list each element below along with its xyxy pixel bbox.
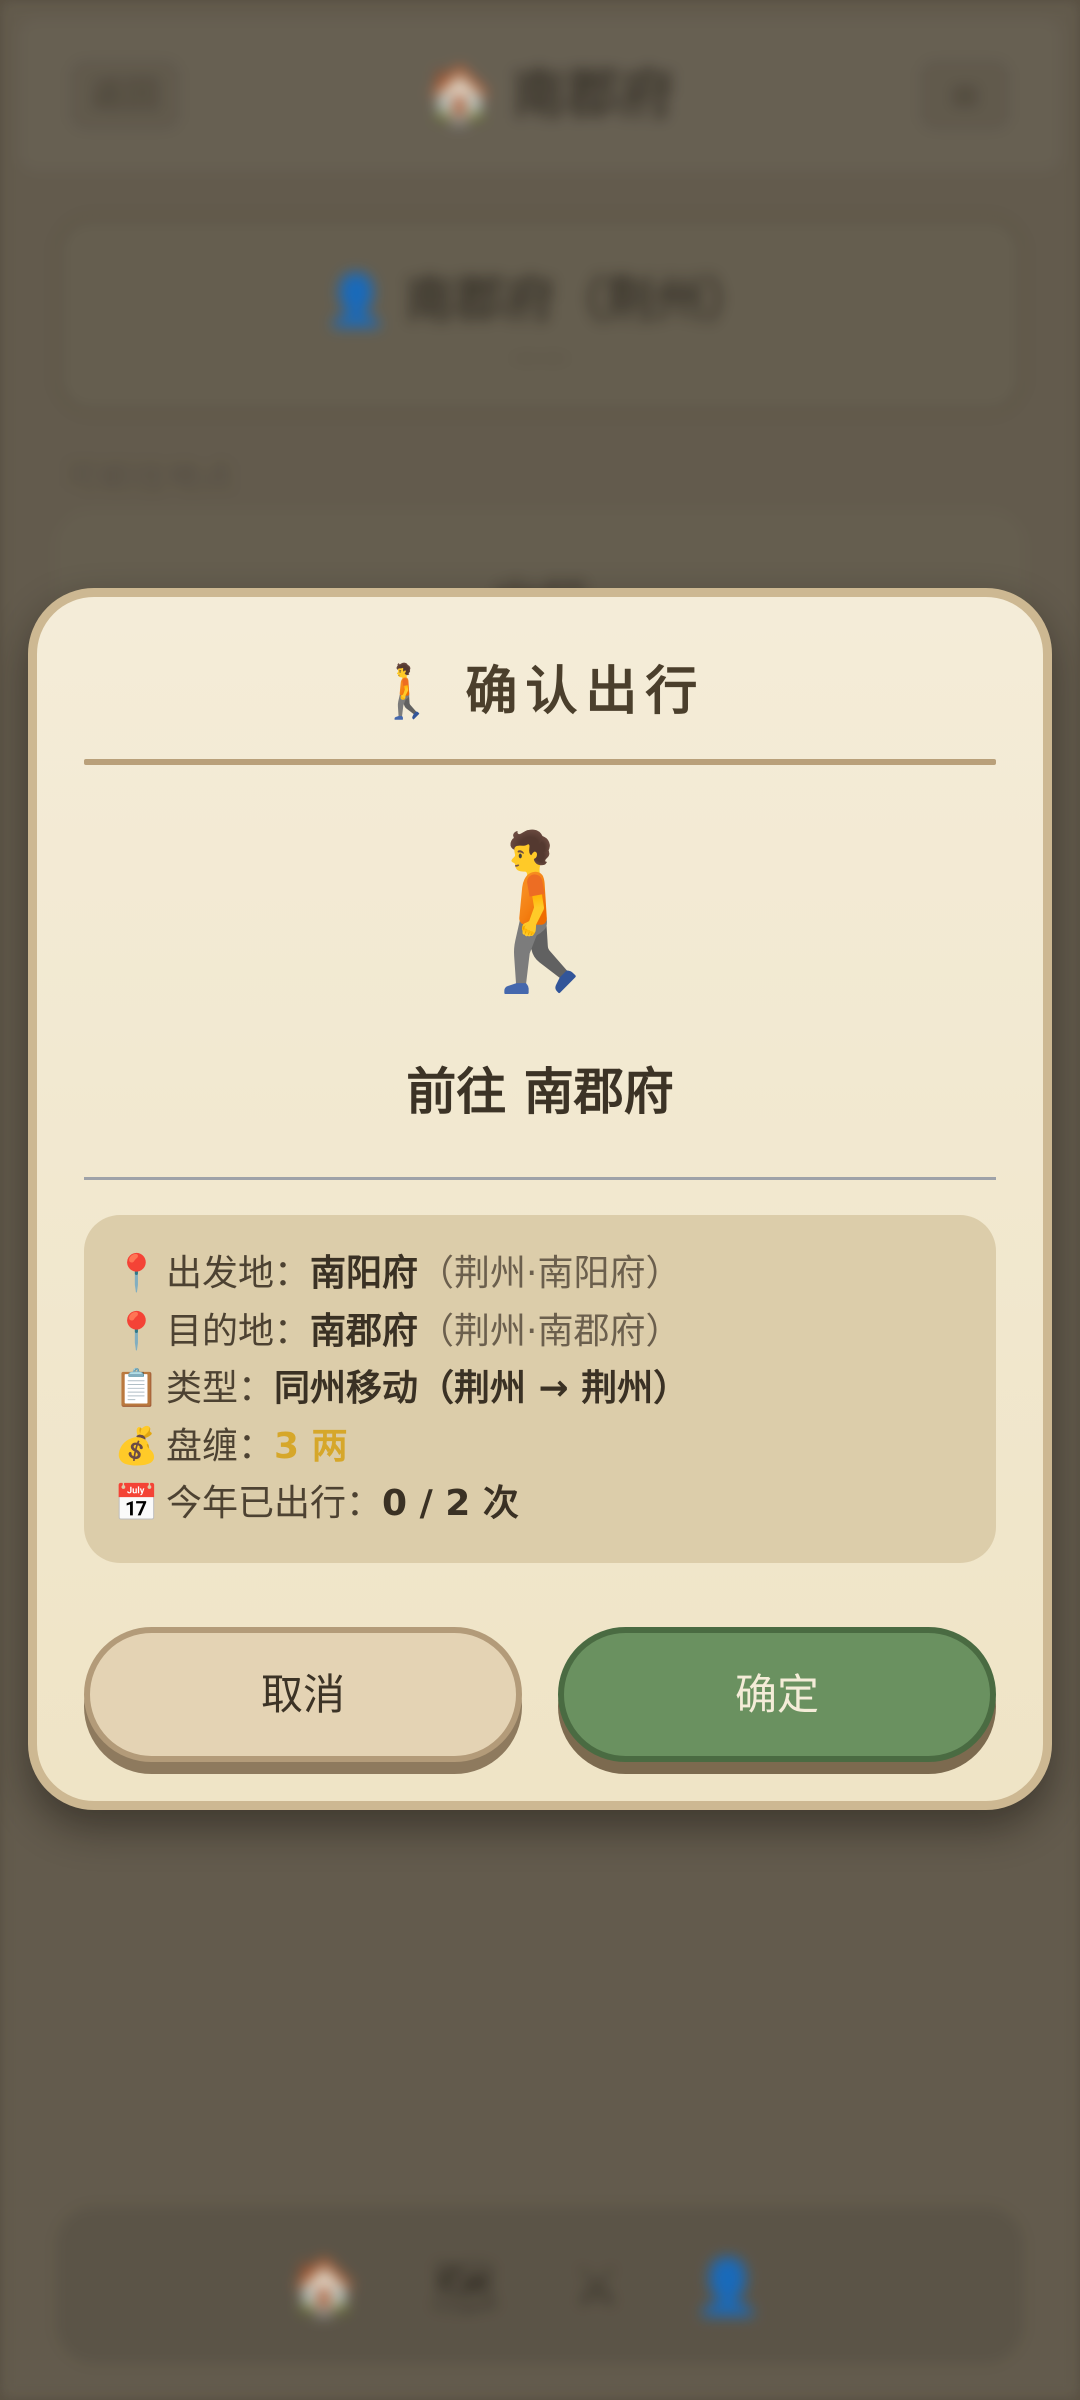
destination-row: 📍 目的地：南郡府（荆州·南郡府） xyxy=(114,1303,996,1361)
walking-person-hero-icon: 🚶 xyxy=(446,825,634,999)
destination-value: 南郡府 xyxy=(310,1310,419,1352)
pin-icon: 📍 xyxy=(114,1310,159,1352)
origin-label: 出发地： xyxy=(166,1253,311,1294)
confirm-travel-dialog: 🚶 确认出行 🚶 前往 南郡府 📍 出发地：南阳府（荆州·南阳府） 📍 目的地：南郡府… xyxy=(28,588,1052,1810)
origin-row: 📍 出发地：南阳府（荆州·南阳府） xyxy=(114,1245,996,1303)
travel-count-label: 今年已出行： xyxy=(166,1483,383,1524)
cost-row: 💰 盘缠：3 两 xyxy=(114,1418,996,1476)
cancel-button[interactable]: 取消 xyxy=(84,1627,522,1762)
cost-value: 3 两 xyxy=(274,1425,348,1467)
origin-value: 南阳府 xyxy=(310,1253,419,1294)
dialog-title: 🚶 确认出行 xyxy=(37,657,1043,727)
calendar-icon: 📅 xyxy=(114,1483,159,1524)
clipboard-icon: 📋 xyxy=(114,1368,159,1409)
type-label: 类型： xyxy=(166,1368,275,1409)
title-divider xyxy=(84,759,996,765)
travel-count-value: 0 / 2 次 xyxy=(382,1483,519,1524)
pin-icon: 📍 xyxy=(114,1253,159,1294)
walking-person-icon: 🚶 xyxy=(374,662,440,722)
dialog-title-text: 确认出行 xyxy=(465,662,706,722)
destination-note: （荆州·南郡府） xyxy=(418,1310,682,1352)
money-bag-icon: 💰 xyxy=(114,1425,159,1467)
origin-note: （荆州·南阳府） xyxy=(418,1253,682,1294)
content-divider xyxy=(84,1177,996,1180)
cost-label: 盘缠： xyxy=(166,1425,275,1467)
type-row: 📋 类型：同州移动（荆州 → 荆州） xyxy=(114,1360,996,1418)
type-value: 同州移动（荆州 → 荆州） xyxy=(274,1368,690,1409)
travel-count-row: 📅 今年已出行：0 / 2 次 xyxy=(114,1475,996,1533)
confirm-button[interactable]: 确定 xyxy=(558,1627,996,1762)
destination-heading: 前往 南郡府 xyxy=(406,1063,674,1121)
travel-info-box: 📍 出发地：南阳府（荆州·南阳府） 📍 目的地：南郡府（荆州·南郡府） 📋 类型：同州… xyxy=(84,1215,996,1563)
destination-label: 目的地： xyxy=(166,1310,311,1352)
